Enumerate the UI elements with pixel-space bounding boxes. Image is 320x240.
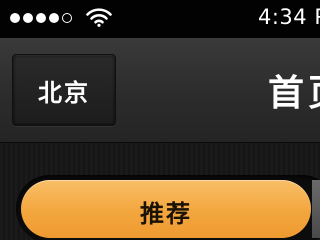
signal-dot	[62, 13, 72, 23]
signal-strength-icon	[10, 12, 75, 24]
status-time: 4:34 P	[258, 5, 320, 29]
wifi-icon	[86, 8, 112, 27]
tab-recommend-label: 推荐	[140, 200, 192, 228]
tab-next[interactable]	[312, 180, 320, 238]
signal-dot	[49, 13, 59, 23]
navigation-bar: 北京 首页	[0, 38, 320, 143]
signal-dot	[23, 13, 33, 23]
phone-screen: 4:34 P 北京 首页 推荐	[0, 0, 320, 240]
signal-dot	[36, 13, 46, 23]
tab-recommend[interactable]: 推荐	[21, 180, 311, 238]
city-button-label: 北京	[38, 78, 90, 107]
signal-dot	[10, 13, 20, 23]
status-bar: 4:34 P	[0, 0, 320, 38]
page-title: 首页	[268, 73, 320, 114]
city-select-button[interactable]: 北京	[12, 54, 116, 126]
